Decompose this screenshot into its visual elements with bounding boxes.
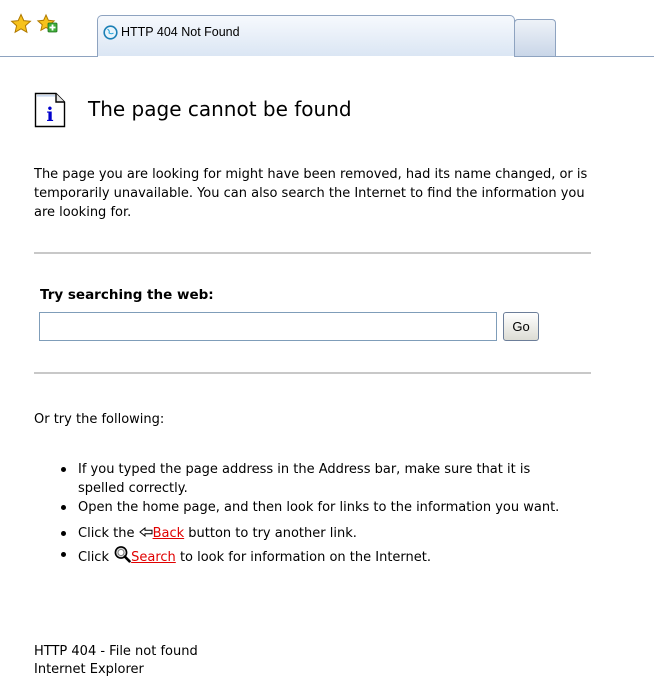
list-item: Click the Back button to try another lin… xyxy=(60,524,580,545)
search-magnifier-icon xyxy=(113,545,131,569)
footer: HTTP 404 - File not found Internet Explo… xyxy=(34,643,198,679)
back-arrow-icon xyxy=(138,526,153,545)
search-input[interactable] xyxy=(39,312,497,341)
suggestion-suffix: button to try another link. xyxy=(188,526,357,541)
suggestions-list: If you typed the page address in the Add… xyxy=(60,460,580,569)
page-title: The page cannot be found xyxy=(88,97,352,121)
suggestion-prefix: Click the xyxy=(78,526,135,541)
go-button[interactable]: Go xyxy=(503,312,539,341)
info-icon: i xyxy=(34,92,66,128)
search-heading: Try searching the web: xyxy=(40,287,214,303)
suggestion-text: Open the home page, and then look for li… xyxy=(78,500,560,515)
list-item: If you typed the page address in the Add… xyxy=(60,460,580,498)
or-try-text: Or try the following: xyxy=(34,412,165,427)
svg-text:i: i xyxy=(46,104,53,126)
browser-toolbar: HTTP 404 Not Found xyxy=(0,0,654,62)
divider xyxy=(34,372,591,374)
search-link[interactable]: Search xyxy=(131,550,176,565)
favorites-star-icon[interactable] xyxy=(10,13,32,35)
list-item: Open the home page, and then look for li… xyxy=(60,498,580,517)
intro-text: The page you are looking for might have … xyxy=(34,167,588,220)
globe-icon xyxy=(103,25,118,40)
add-to-favorites-icon[interactable] xyxy=(36,13,58,35)
new-tab-button[interactable] xyxy=(514,19,556,56)
tab-title: HTTP 404 Not Found xyxy=(121,25,240,39)
footer-browser-name: Internet Explorer xyxy=(34,662,144,677)
suggestion-suffix: to look for information on the Internet. xyxy=(179,550,432,565)
divider xyxy=(34,252,591,254)
suggestion-text: If you typed the page address in the Add… xyxy=(78,462,531,496)
back-link[interactable]: Back xyxy=(153,526,185,541)
footer-error-code: HTTP 404 - File not found xyxy=(34,644,198,659)
tab-http-404[interactable]: HTTP 404 Not Found xyxy=(97,15,515,56)
suggestion-prefix: Click xyxy=(78,550,109,565)
list-item: Click Search to look for information on … xyxy=(60,545,580,569)
